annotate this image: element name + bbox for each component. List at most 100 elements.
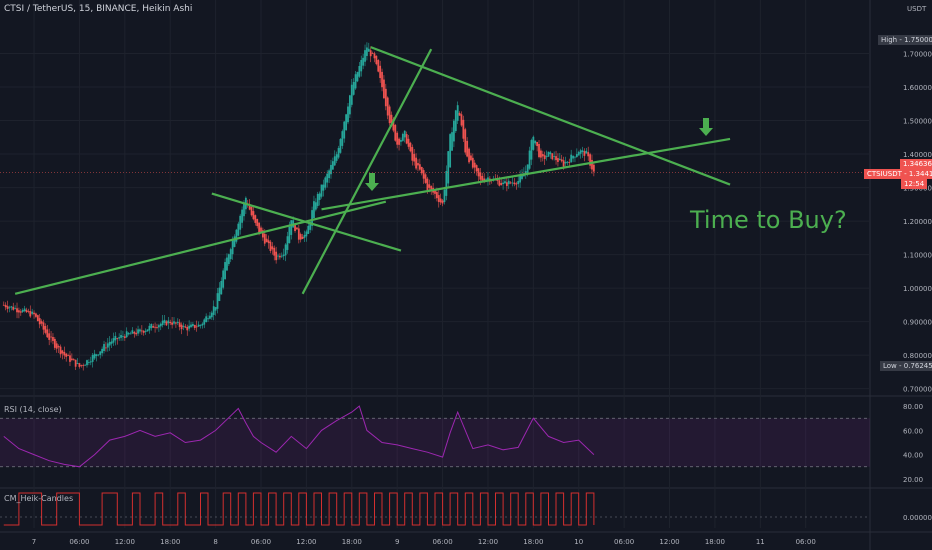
candle-body [297, 228, 300, 240]
candle-body [286, 236, 289, 250]
price-tick-label: 1.20000 [903, 218, 932, 226]
candle-body [129, 333, 132, 335]
candle-body [184, 326, 187, 328]
candle-body [74, 359, 77, 367]
candle-body [67, 355, 69, 357]
candle-body [229, 249, 232, 260]
candle-body [534, 140, 537, 144]
candle-body [301, 236, 304, 239]
candle-body [161, 320, 164, 326]
candle-body [477, 168, 480, 177]
price-tick-label: 1.60000 [903, 84, 932, 92]
candle-body [454, 110, 457, 132]
candle-body [29, 311, 32, 317]
candle-body [48, 333, 51, 340]
price-tick-label: 1.00000 [903, 285, 932, 293]
axes: 0.70000 0.80000 0.90000 1.00000 1.10000 1.200… [32, 51, 932, 546]
candle-body [89, 361, 92, 363]
candle-body [350, 84, 353, 105]
candle-body [403, 130, 406, 138]
candle-body [19, 311, 22, 313]
rsi-label[interactable]: RSI (14, close) [4, 405, 62, 414]
candle-body [188, 325, 191, 329]
candle-body [360, 59, 363, 72]
candle-body [575, 154, 578, 157]
candle-body [218, 287, 221, 302]
trendline [370, 46, 731, 186]
chart-canvas: 0.70000 0.80000 0.90000 1.00000 1.10000 1.200… [0, 0, 932, 550]
candle-body [562, 160, 565, 167]
candle-body [591, 159, 593, 170]
chart-title[interactable]: CTSI / TetherUS, 15, BINANCE, Heikin Ash… [4, 4, 192, 14]
candle-body [192, 324, 194, 326]
candle-body [93, 353, 96, 359]
candle-body [375, 55, 378, 65]
candle-body [377, 59, 380, 72]
candle-body [326, 173, 329, 183]
candle-body [40, 321, 43, 324]
candle-body [536, 141, 539, 147]
candle-body [417, 163, 419, 166]
candle-body [456, 105, 459, 121]
candle-body [343, 121, 346, 139]
candle-body [226, 257, 228, 271]
time-tick-label: 12:00 [659, 538, 679, 546]
candle-body [367, 48, 370, 52]
candle-body [331, 161, 334, 170]
candle-body [86, 360, 88, 366]
candle-body [239, 215, 242, 230]
candle-body [120, 335, 122, 338]
candle-body [61, 350, 64, 354]
countdown-tag: 12:54 [901, 179, 928, 189]
candle-body [581, 150, 584, 153]
candle-body [540, 150, 542, 158]
time-tick-label: 06:00 [432, 538, 452, 546]
candle-body [203, 319, 206, 325]
candle-body [468, 148, 470, 163]
candle-body [373, 53, 376, 59]
candle-body [505, 182, 508, 187]
candle-body [479, 172, 482, 180]
trendline [301, 48, 433, 295]
candle-body [227, 254, 230, 265]
candle-body [347, 106, 349, 123]
candle-body [38, 318, 41, 325]
candle-body [296, 227, 298, 230]
candle-body [193, 324, 196, 328]
time-tick-label: 06:00 [69, 538, 89, 546]
candle-body [156, 327, 158, 328]
candle-body [167, 320, 170, 324]
candle-body [101, 348, 104, 354]
candle-body [63, 351, 66, 356]
candle-body [318, 193, 321, 200]
candle-body [207, 318, 209, 320]
candle-body [339, 139, 342, 153]
currency-label[interactable]: USDT [907, 5, 926, 13]
candle-body [405, 134, 408, 144]
candle-body [103, 344, 105, 352]
candle-body [504, 181, 506, 184]
candle-body [583, 151, 586, 156]
candle-body [14, 308, 17, 310]
candle-body [123, 336, 126, 339]
candle-body [549, 152, 552, 155]
candle-body [82, 365, 85, 367]
candle-body [314, 202, 317, 210]
heik-label[interactable]: CM_Heik-Candles [4, 494, 73, 503]
rsi-pane [0, 405, 870, 468]
candle-body [125, 331, 128, 338]
candle-body [500, 183, 503, 185]
candle-body [16, 308, 18, 313]
time-tick-label: 06:00 [614, 538, 634, 546]
candle-body [250, 206, 253, 216]
candle-body [59, 346, 62, 355]
candle-body [144, 330, 147, 332]
candle-body [415, 157, 417, 169]
arrow-down-icon [365, 173, 379, 191]
price-tag: 1.34636 [900, 159, 932, 169]
candle-body [328, 170, 330, 179]
candle-body [35, 313, 37, 317]
trendline [14, 200, 387, 295]
candle-body [475, 165, 478, 172]
time-tick-label: 06:00 [251, 538, 271, 546]
